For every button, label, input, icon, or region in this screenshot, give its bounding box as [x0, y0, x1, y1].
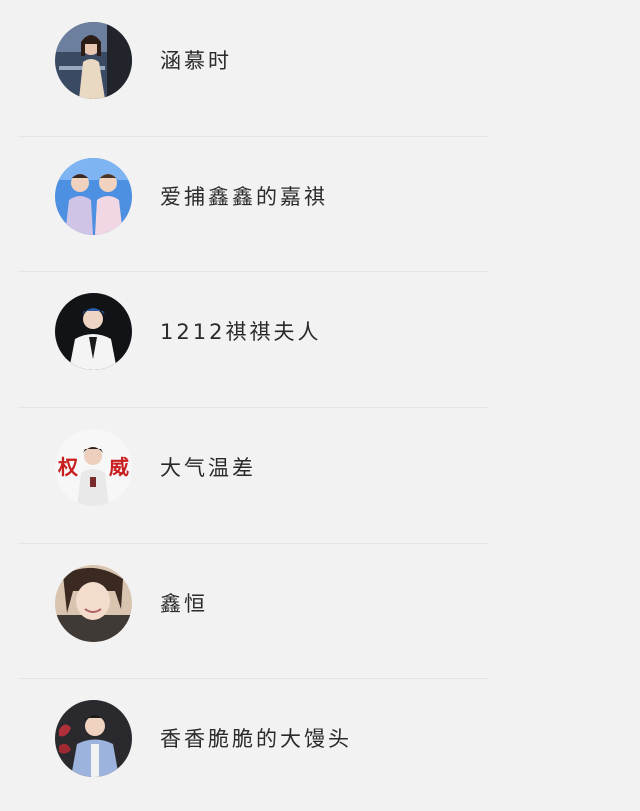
contact-name: 1212祺祺夫人 — [160, 320, 322, 344]
contact-name: 涵慕时 — [160, 49, 232, 73]
contact-row[interactable]: 涵慕时 — [0, 0, 640, 128]
avatar — [55, 565, 132, 642]
avatar — [55, 700, 132, 777]
contact-list: 涵慕时 爱捕鑫鑫的嘉祺 1212祺祺夫人 权 威 大气温差 鑫恒 香香脆脆的大馒… — [0, 0, 640, 811]
contact-row[interactable]: 权 威 大气温差 — [0, 399, 640, 535]
avatar-photo-smiling-girl — [55, 565, 132, 642]
avatar-photo-boy-red-characters: 权 威 — [55, 429, 132, 506]
contact-row[interactable]: 香香脆脆的大馒头 — [0, 670, 640, 806]
contact-row[interactable]: 爱捕鑫鑫的嘉祺 — [0, 128, 640, 264]
avatar-text-left: 权 — [57, 455, 79, 479]
avatar — [55, 22, 132, 99]
contact-name: 大气温差 — [160, 456, 256, 480]
contact-row[interactable]: 鑫恒 — [0, 535, 640, 671]
contact-name: 鑫恒 — [160, 592, 208, 616]
avatar-photo-man-white-suit — [55, 293, 132, 370]
avatar-photo-woman-window — [55, 22, 132, 99]
contact-name: 爱捕鑫鑫的嘉祺 — [160, 185, 328, 209]
avatar — [55, 158, 132, 235]
avatar: 权 威 — [55, 429, 132, 506]
avatar-text-right: 威 — [109, 455, 129, 479]
avatar — [55, 293, 132, 370]
avatar-photo-man-blue-jacket — [55, 700, 132, 777]
contact-row[interactable]: 1212祺祺夫人 — [0, 263, 640, 399]
avatar-photo-two-performers — [55, 158, 132, 235]
contact-name: 香香脆脆的大馒头 — [160, 727, 352, 751]
